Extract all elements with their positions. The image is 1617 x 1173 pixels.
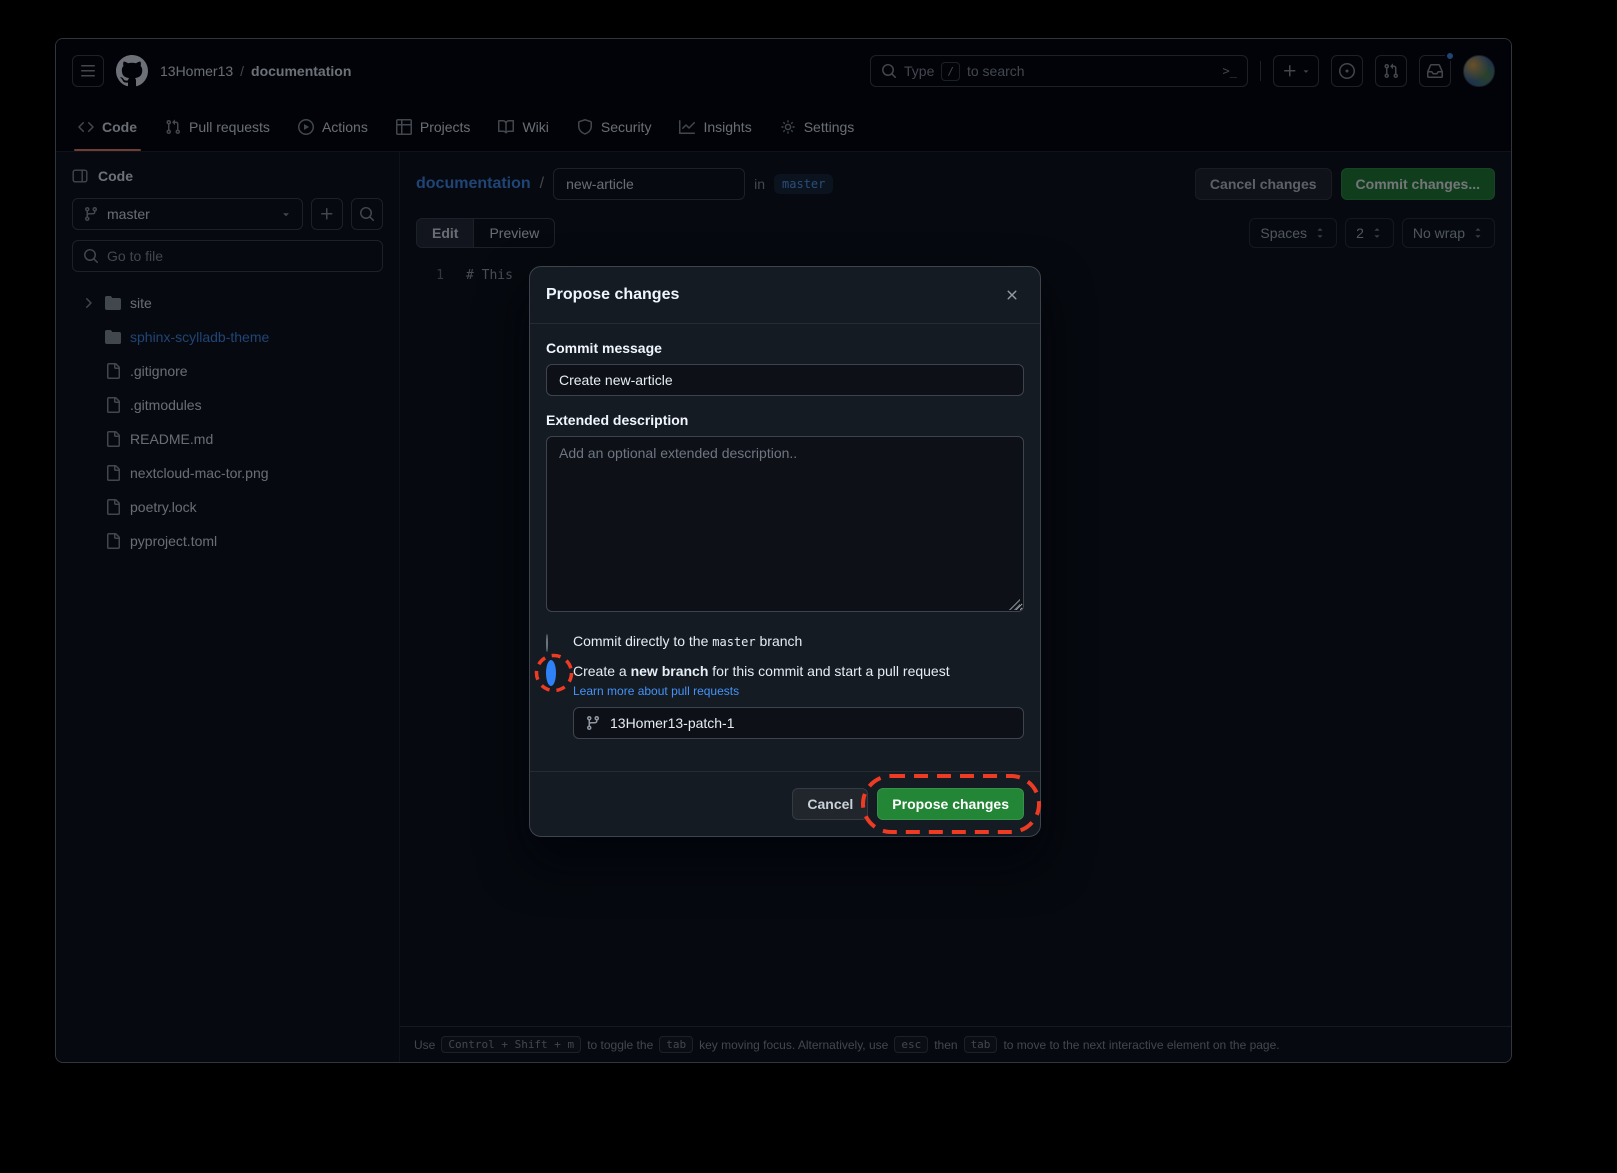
- branch-name-input[interactable]: [610, 715, 1012, 731]
- radio-unchecked[interactable]: [546, 634, 548, 652]
- extended-description-textarea[interactable]: [546, 436, 1024, 612]
- radio-create-branch[interactable]: Create a new branch for this commit and …: [546, 663, 1024, 739]
- dialog-title: Propose changes: [546, 286, 679, 304]
- commit-message-label: Commit message: [546, 340, 1024, 356]
- radio-checked[interactable]: [546, 660, 556, 686]
- propose-changes-dialog: Propose changes Commit message Extended …: [529, 266, 1041, 837]
- close-icon: [1004, 287, 1020, 303]
- radio-commit-direct[interactable]: Commit directly to the master branch: [546, 633, 1024, 651]
- new-branch-name-field[interactable]: [573, 707, 1024, 739]
- commit-message-input[interactable]: [546, 364, 1024, 396]
- cancel-button[interactable]: Cancel: [792, 788, 868, 820]
- git-branch-icon: [585, 715, 601, 731]
- browser-viewport: 13Homer13 / documentation Type / to sear…: [55, 38, 1512, 1063]
- extended-description-label: Extended description: [546, 412, 1024, 428]
- learn-more-link[interactable]: Learn more about pull requests: [573, 684, 739, 698]
- propose-changes-button[interactable]: Propose changes: [877, 788, 1024, 820]
- close-dialog-button[interactable]: [1000, 283, 1024, 307]
